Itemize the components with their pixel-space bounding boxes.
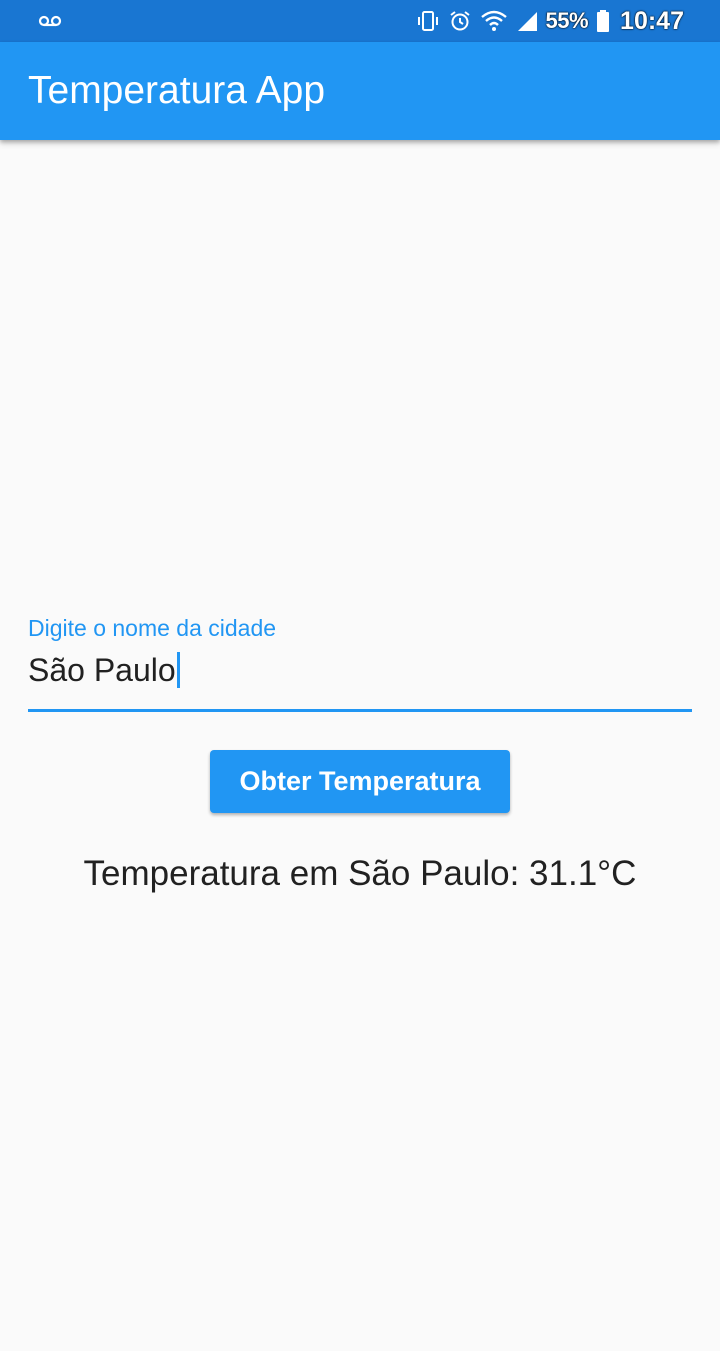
app-bar: Temperatura App <box>0 42 720 140</box>
app-title: Temperatura App <box>28 69 326 112</box>
temperature-result: Temperatura em São Paulo: 31.1°C <box>83 854 637 893</box>
city-field-underline <box>28 709 692 712</box>
wifi-icon <box>480 9 508 33</box>
get-temperature-button[interactable]: Obter Temperatura <box>210 750 510 813</box>
city-field[interactable]: Digite o nome da cidade São Paulo <box>28 612 692 714</box>
status-right: 55% 10:47 <box>416 6 684 36</box>
status-bar: 55% 10:47 <box>0 0 720 42</box>
status-time: 10:47 <box>620 6 684 35</box>
status-left <box>38 10 62 32</box>
battery-icon <box>596 9 610 33</box>
battery-percent: 55% <box>545 8 589 33</box>
text-cursor <box>176 652 180 688</box>
alarm-icon <box>448 9 472 33</box>
city-input-value: São Paulo <box>28 652 176 688</box>
city-input[interactable]: São Paulo <box>28 650 180 690</box>
signal-icon <box>516 10 538 32</box>
voicemail-icon <box>38 15 62 36</box>
vibrate-icon <box>416 9 440 33</box>
city-field-label: Digite o nome da cidade <box>28 615 277 641</box>
